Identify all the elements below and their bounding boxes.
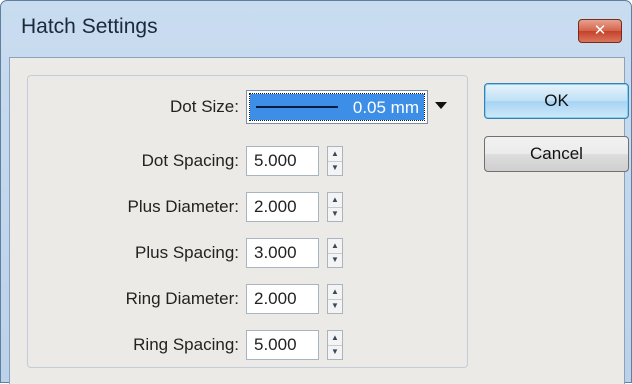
hatch-settings-dialog: Hatch Settings ✕ Dot Size: 0.05 mm Dot S… (0, 0, 632, 384)
spin-up-icon[interactable]: ▲ (328, 239, 342, 254)
window-title: Hatch Settings (21, 15, 158, 38)
close-icon: ✕ (593, 22, 607, 39)
spin-down-icon[interactable]: ▼ (328, 299, 342, 313)
title-bar[interactable]: Hatch Settings ✕ (1, 1, 631, 57)
plus-diameter-input[interactable]: 2.000 (246, 192, 319, 222)
spin-up-icon[interactable]: ▲ (328, 285, 342, 300)
ring-spacing-label: Ring Spacing: (133, 335, 239, 354)
chevron-down-icon[interactable] (435, 102, 447, 109)
ring-diameter-label: Ring Diameter: (125, 289, 239, 308)
spin-down-icon[interactable]: ▼ (328, 207, 342, 221)
plus-diameter-spinner[interactable]: ▲ ▼ (327, 192, 343, 222)
plus-spacing-row: Plus Spacing: 3.000 ▲ ▼ (28, 236, 469, 270)
spin-down-icon[interactable]: ▼ (328, 345, 342, 359)
ok-button[interactable]: OK (484, 83, 629, 119)
spin-up-icon[interactable]: ▲ (328, 193, 342, 208)
ring-diameter-input[interactable]: 2.000 (246, 284, 319, 314)
dot-size-label: Dot Size: (170, 97, 239, 116)
plus-spacing-label: Plus Spacing: (135, 243, 239, 262)
ring-diameter-spinner[interactable]: ▲ ▼ (327, 284, 343, 314)
dot-spacing-input[interactable]: 5.000 (246, 146, 319, 176)
line-sample (256, 106, 338, 108)
ring-spacing-input[interactable]: 5.000 (246, 330, 319, 360)
ring-diameter-row: Ring Diameter: 2.000 ▲ ▼ (28, 282, 469, 316)
plus-diameter-row: Plus Diameter: 2.000 ▲ ▼ (28, 190, 469, 224)
spin-down-icon[interactable]: ▼ (328, 161, 342, 175)
spin-up-icon[interactable]: ▲ (328, 147, 342, 162)
close-button[interactable]: ✕ (578, 19, 622, 43)
dot-spacing-row: Dot Spacing: 5.000 ▲ ▼ (28, 144, 469, 178)
dot-size-row: Dot Size: 0.05 mm (28, 90, 469, 124)
ring-spacing-row: Ring Spacing: 5.000 ▲ ▼ (28, 328, 469, 362)
plus-spacing-input[interactable]: 3.000 (246, 238, 319, 268)
spin-down-icon[interactable]: ▼ (328, 253, 342, 267)
dot-spacing-spinner[interactable]: ▲ ▼ (327, 146, 343, 176)
settings-group: Dot Size: 0.05 mm Dot Spacing: 5.000 ▲ ▼… (27, 75, 468, 368)
spin-up-icon[interactable]: ▲ (328, 331, 342, 346)
dialog-body: Dot Size: 0.05 mm Dot Spacing: 5.000 ▲ ▼… (9, 57, 629, 384)
cancel-button[interactable]: Cancel (484, 136, 629, 172)
dot-size-selected-option[interactable]: 0.05 mm (246, 90, 428, 124)
dot-size-value: 0.05 mm (352, 98, 419, 117)
plus-spacing-spinner[interactable]: ▲ ▼ (327, 238, 343, 268)
dot-spacing-label: Dot Spacing: (141, 151, 239, 170)
ring-spacing-spinner[interactable]: ▲ ▼ (327, 330, 343, 360)
dot-size-highlight: 0.05 mm (249, 93, 425, 121)
dot-size-dropdown[interactable]: 0.05 mm (246, 90, 447, 124)
plus-diameter-label: Plus Diameter: (127, 197, 239, 216)
